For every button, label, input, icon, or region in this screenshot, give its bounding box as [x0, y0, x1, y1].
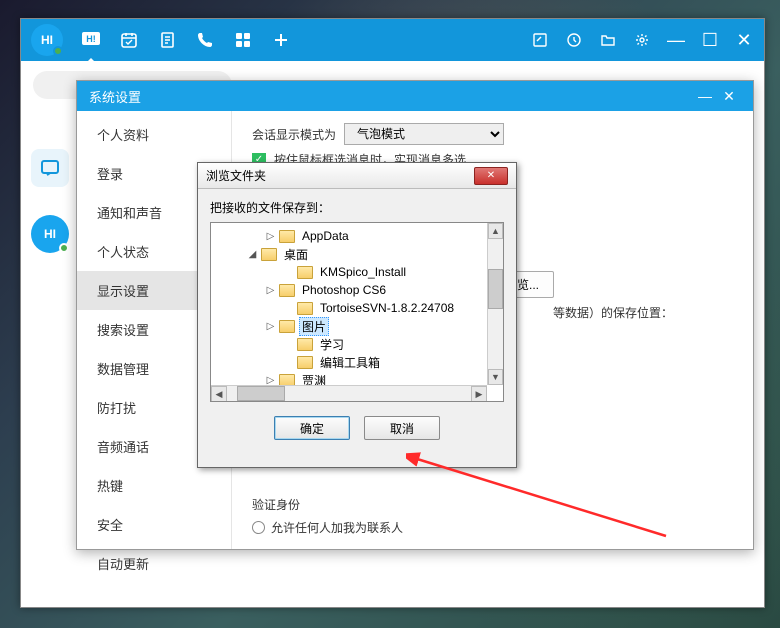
folder-icon [279, 320, 295, 333]
expand-icon[interactable] [283, 303, 294, 314]
display-mode-label: 会话显示模式为 [252, 126, 336, 143]
svg-text:H!: H! [86, 34, 96, 44]
verify-header: 验证身份 [252, 496, 733, 513]
expand-icon[interactable] [283, 339, 294, 350]
ok-button[interactable]: 确定 [274, 416, 350, 440]
hscroll-thumb[interactable] [237, 386, 285, 401]
app-titlebar: HI H! — ☐ ✕ [21, 19, 764, 61]
folder-icon [297, 266, 313, 279]
tree-item[interactable]: KMSpico_Install [211, 263, 503, 281]
calendar-icon[interactable] [119, 30, 139, 50]
folder-icon[interactable] [598, 30, 618, 50]
nav-item-10[interactable]: 安全 [77, 505, 231, 544]
message-panel-icon[interactable] [31, 149, 69, 187]
settings-close-button[interactable]: ✕ [717, 88, 741, 105]
tree-item[interactable]: ▷ 图片 [211, 317, 503, 335]
chat-tab-icon[interactable]: H! [81, 30, 101, 50]
allow-anyone-radio[interactable] [252, 521, 265, 534]
minimize-icon[interactable]: — [666, 30, 686, 50]
folder-label: 编辑工具箱 [317, 354, 383, 371]
cancel-button[interactable]: 取消 [364, 416, 440, 440]
expand-icon[interactable] [283, 267, 294, 278]
scroll-down-arrow[interactable]: ▼ [488, 369, 503, 385]
notebook-icon[interactable] [157, 30, 177, 50]
tree-item[interactable]: ▷ AppData [211, 227, 503, 245]
expand-icon[interactable]: ▷ [265, 231, 276, 242]
settings-titlebar: 系统设置 — ✕ [77, 81, 753, 111]
contacts-avatar-icon[interactable]: HI [31, 215, 69, 253]
display-mode-select[interactable]: 气泡模式 [344, 123, 504, 145]
tree-item[interactable]: 编辑工具箱 [211, 353, 503, 371]
nav-item-11[interactable]: 自动更新 [77, 544, 231, 583]
status-dot [53, 46, 63, 56]
folder-label: TortoiseSVN-1.8.2.24708 [317, 301, 457, 315]
folder-label: 桌面 [281, 246, 311, 263]
expand-icon[interactable]: ◢ [247, 249, 258, 260]
folder-label: 学习 [317, 336, 347, 353]
close-icon[interactable]: ✕ [734, 30, 754, 50]
folder-label: Photoshop CS6 [299, 283, 389, 297]
settings-title-text: 系统设置 [89, 87, 141, 106]
tree-item[interactable]: ▷ Photoshop CS6 [211, 281, 503, 299]
nav-item-0[interactable]: 个人资料 [77, 115, 231, 154]
add-icon[interactable] [271, 30, 291, 50]
tree-item[interactable]: 学习 [211, 335, 503, 353]
expand-icon[interactable] [283, 357, 294, 368]
horizontal-scrollbar[interactable]: ◀ ▶ [211, 385, 487, 401]
browse-folder-dialog: 浏览文件夹 ✕ 把接收的文件保存到： ▷ AppData ◢ 桌面 KMSpico_In… [197, 162, 517, 468]
history-icon[interactable] [564, 30, 584, 50]
save-location-text: 等数据）的保存位置： [553, 304, 673, 321]
expand-icon[interactable]: ▷ [265, 321, 276, 332]
browse-close-button[interactable]: ✕ [474, 167, 508, 185]
maximize-icon[interactable]: ☐ [700, 30, 720, 50]
folder-icon [279, 284, 295, 297]
folder-icon [297, 302, 313, 315]
expand-icon[interactable]: ▷ [265, 285, 276, 296]
folder-icon [279, 230, 295, 243]
status-dot [59, 243, 69, 253]
folder-label: 图片 [299, 317, 329, 336]
browse-titlebar: 浏览文件夹 ✕ [198, 163, 516, 189]
expand-icon[interactable]: ▷ [265, 375, 276, 386]
phone-icon[interactable] [195, 30, 215, 50]
vscroll-thumb[interactable] [488, 269, 503, 309]
browse-title-text: 浏览文件夹 [206, 167, 266, 184]
vertical-scrollbar[interactable]: ▲ ▼ [487, 223, 503, 385]
browse-prompt: 把接收的文件保存到： [198, 189, 516, 222]
scroll-right-arrow[interactable]: ▶ [471, 386, 487, 402]
folder-icon [297, 356, 313, 369]
scroll-up-arrow[interactable]: ▲ [488, 223, 503, 239]
avatar-text: HI [41, 33, 53, 47]
folder-icon [261, 248, 277, 261]
scroll-left-arrow[interactable]: ◀ [211, 386, 227, 402]
folder-icon [297, 338, 313, 351]
tree-item[interactable]: ◢ 桌面 [211, 245, 503, 263]
allow-anyone-label: 允许任何人加我为联系人 [271, 519, 403, 536]
apps-icon[interactable] [233, 30, 253, 50]
screenshot-icon[interactable] [530, 30, 550, 50]
tree-item[interactable]: TortoiseSVN-1.8.2.24708 [211, 299, 503, 317]
nav-item-9[interactable]: 热键 [77, 466, 231, 505]
folder-label: KMSpico_Install [317, 265, 409, 279]
user-avatar[interactable]: HI [31, 24, 63, 56]
folder-tree[interactable]: ▷ AppData ◢ 桌面 KMSpico_Install ▷ Photoshop CS6… [210, 222, 504, 402]
gear-icon[interactable] [632, 30, 652, 50]
folder-label: AppData [299, 229, 352, 243]
settings-minimize-button[interactable]: — [693, 88, 717, 104]
left-sidebar: HI [31, 149, 69, 253]
